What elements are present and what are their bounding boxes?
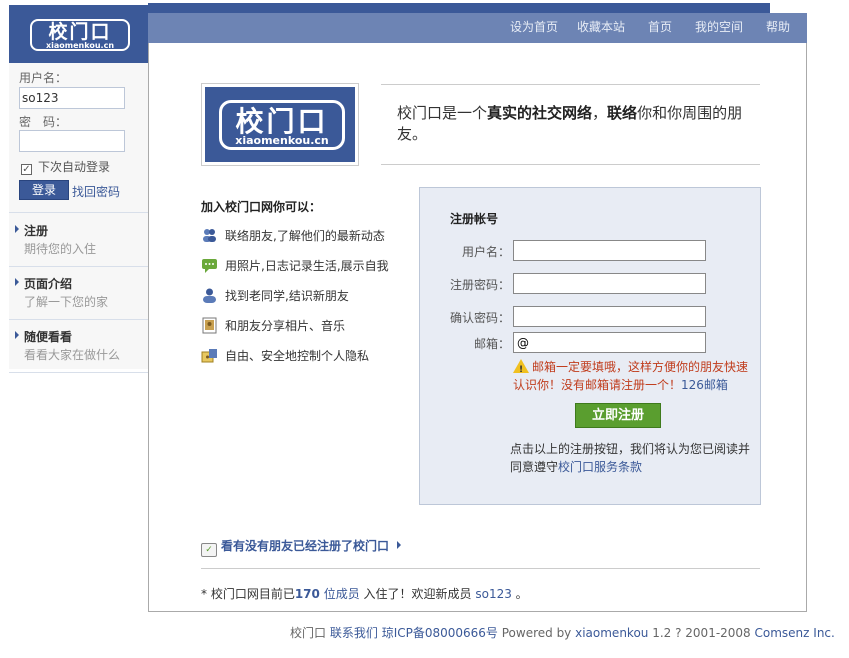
member-count[interactable]: 170 <box>295 587 320 601</box>
arrow-right-icon <box>15 225 19 233</box>
intro-text: 校门口是一个真实的社交网络，联络你和你周围的朋友。 <box>397 104 743 143</box>
sidebar-item-register[interactable]: 注册 期待您的入住 <box>9 214 148 267</box>
logo-mark: 校门口 xiaomenkou.cn <box>30 19 130 51</box>
photo-icon <box>201 317 218 334</box>
mail-126-link[interactable]: 126邮箱 <box>681 378 728 392</box>
reg-username-input[interactable] <box>513 240 706 261</box>
nav-home[interactable]: 首页 <box>648 18 672 35</box>
find-friends-icon: ✓ <box>201 543 217 557</box>
remember-label: 下次自动登录 <box>38 160 111 174</box>
nav-help[interactable]: 帮助 <box>766 18 790 35</box>
feature-item: 联络朋友,了解他们的最新动态 <box>201 227 385 244</box>
logo-domain: xiaomenkou.cn <box>45 41 115 50</box>
reg-confirm-label: 确认密码： <box>449 311 510 325</box>
username-input[interactable] <box>19 87 125 109</box>
reg-email-label: 邮箱： <box>473 337 510 351</box>
feature-item: 自由、安全地控制个人隐私 <box>201 347 369 364</box>
reg-email-input[interactable] <box>513 332 706 353</box>
person-icon <box>201 287 218 304</box>
find-friends-link[interactable]: ✓ 看有没有朋友已经注册了校门口 <box>201 537 402 557</box>
reg-username-label: 用户名： <box>461 245 510 259</box>
powered-link[interactable]: xiaomenkou <box>575 626 648 640</box>
footer-site: 校门口 <box>290 626 327 640</box>
hero-logo-mark: 校门口 xiaomenkou.cn <box>219 100 345 150</box>
register-title: 注册帐号 <box>450 212 499 226</box>
privacy-icon <box>201 347 218 364</box>
reg-password-input[interactable] <box>513 273 706 294</box>
member-unit[interactable]: 位成员 <box>320 587 360 601</box>
nav-set-homepage[interactable]: 设为首页 <box>510 18 558 35</box>
forgot-password-link[interactable]: 找回密码 <box>72 183 120 200</box>
new-member-link[interactable]: so123 <box>475 587 512 601</box>
terms-notice: 点击以上的注册按钮，我们将认为您已阅读并同意遵守校门口服务条款 <box>510 442 751 474</box>
feature-item: 用照片,日志记录生活,展示自我 <box>201 257 389 274</box>
hero-logo: 校门口 xiaomenkou.cn <box>201 83 359 166</box>
terms-link[interactable]: 校门口服务条款 <box>558 460 642 474</box>
sidebar: 用户名： 密 码： ✓ 下次自动登录 登录 找回密码 注册 期待您的入住 页面介绍… <box>9 63 148 373</box>
main-content: 校门口 xiaomenkou.cn 校门口是一个真实的社交网络，联络你和你周围的… <box>148 43 807 612</box>
nav-bookmark[interactable]: 收藏本站 <box>577 18 625 35</box>
features-title: 加入校门口网你可以： <box>201 200 322 214</box>
sidebar-item-subtitle: 期待您的入住 <box>24 242 97 256</box>
password-input[interactable] <box>19 130 125 152</box>
footer: 校门口 联系我们 琼ICP备08000666号 Powered by xiaom… <box>290 626 835 640</box>
email-warning: ! 邮箱一定要填哦，这样方便你的朋友快速认识你！没有邮箱请注册一个！126邮箱 <box>513 359 749 392</box>
remember-me[interactable]: ✓ 下次自动登录 <box>21 158 110 175</box>
sidebar-item-title: 注册 <box>24 224 49 238</box>
contact-link[interactable]: 联系我们 <box>330 626 378 640</box>
site-logo[interactable]: 校门口 xiaomenkou.cn <box>9 5 148 63</box>
sidebar-item-intro[interactable]: 页面介绍 了解一下您的家 <box>9 267 148 320</box>
username-label: 用户名： <box>19 71 68 85</box>
register-button[interactable]: 立即注册 <box>575 403 661 428</box>
sidebar-item-title: 随便看看 <box>24 330 73 344</box>
sidebar-item-subtitle: 看看大家在做什么 <box>24 348 121 362</box>
sidebar-item-browse[interactable]: 随便看看 看看大家在做什么 <box>9 320 148 373</box>
hero-logo-domain: xiaomenkou.cn <box>235 134 329 147</box>
icp-link[interactable]: 琼ICP备08000666号 <box>382 626 498 640</box>
warning-icon: ! <box>513 359 529 375</box>
company-link[interactable]: Comsenz Inc. <box>755 626 835 640</box>
reg-confirm-input[interactable] <box>513 306 706 327</box>
friends-icon <box>201 227 218 244</box>
member-stats: * 校门口网目前已170 位成员 入住了！欢迎新成员 so123 。 <box>201 587 528 601</box>
nav-my-space[interactable]: 我的空间 <box>695 18 743 35</box>
sidebar-item-title: 页面介绍 <box>24 277 73 291</box>
feature-item: 和朋友分享相片、音乐 <box>201 317 345 334</box>
remember-checkbox[interactable]: ✓ <box>21 164 32 175</box>
arrow-right-icon <box>397 541 402 549</box>
sidebar-item-subtitle: 了解一下您的家 <box>24 295 109 309</box>
reg-password-label: 注册密码： <box>449 278 510 292</box>
arrow-right-icon <box>15 278 19 286</box>
arrow-right-icon <box>15 331 19 339</box>
chat-icon <box>201 257 218 274</box>
intro-panel: 校门口是一个真实的社交网络，联络你和你周围的朋友。 <box>381 84 760 165</box>
password-label: 密 码： <box>19 115 68 129</box>
top-nav: 设为首页 收藏本站 首页 我的空间 帮助 <box>148 13 807 43</box>
feature-item: 找到老同学,结识新朋友 <box>201 287 349 304</box>
divider <box>201 568 760 569</box>
logo-text: 校门口 <box>48 21 112 43</box>
register-panel: 注册帐号 用户名： 注册密码： 确认密码： 邮箱： !邮箱一定要填哦，这样方便你… <box>419 187 761 505</box>
login-button[interactable]: 登录 <box>19 180 69 200</box>
login-form: 用户名： 密 码： ✓ 下次自动登录 登录 找回密码 <box>9 63 148 213</box>
